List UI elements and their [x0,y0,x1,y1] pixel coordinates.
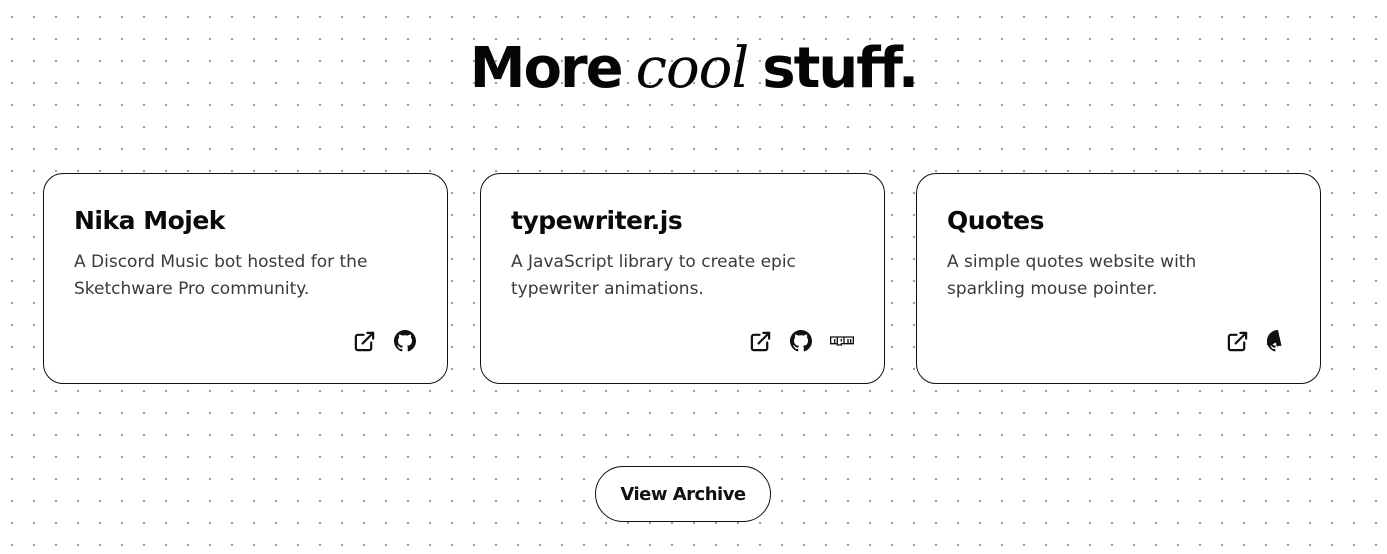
heading-accent-word: cool [635,36,750,101]
npm-icon[interactable] [830,329,854,353]
heading-text-start: More [469,36,624,101]
external-link-icon[interactable] [352,329,376,353]
project-links [352,329,417,353]
project-description: A Discord Music bot hosted for the Sketc… [74,252,368,299]
project-description: A JavaScript library to create epic type… [511,252,796,299]
external-link-icon[interactable] [748,329,772,353]
section-heading: More cool stuff. [0,34,1387,104]
project-links [1225,329,1290,353]
project-card-nika-mojek: Nika Mojek A Discord Music bot hosted fo… [43,173,448,384]
external-link-icon[interactable] [1225,329,1249,353]
project-description: A simple quotes website with sparkling m… [947,252,1197,299]
project-card-quotes: Quotes A simple quotes website with spar… [916,173,1321,384]
project-links [748,329,854,353]
heading-text-end: stuff. [762,36,919,101]
project-title: Nika Mojek [74,206,225,235]
github-icon[interactable] [393,329,417,353]
github-icon[interactable] [789,329,813,353]
github-icon[interactable] [1266,329,1290,353]
project-title: Quotes [947,206,1045,235]
project-title: typewriter.js [511,206,683,235]
view-archive-button[interactable]: View Archive [595,466,771,522]
project-card-typewriter-js: typewriter.js A JavaScript library to cr… [480,173,885,384]
